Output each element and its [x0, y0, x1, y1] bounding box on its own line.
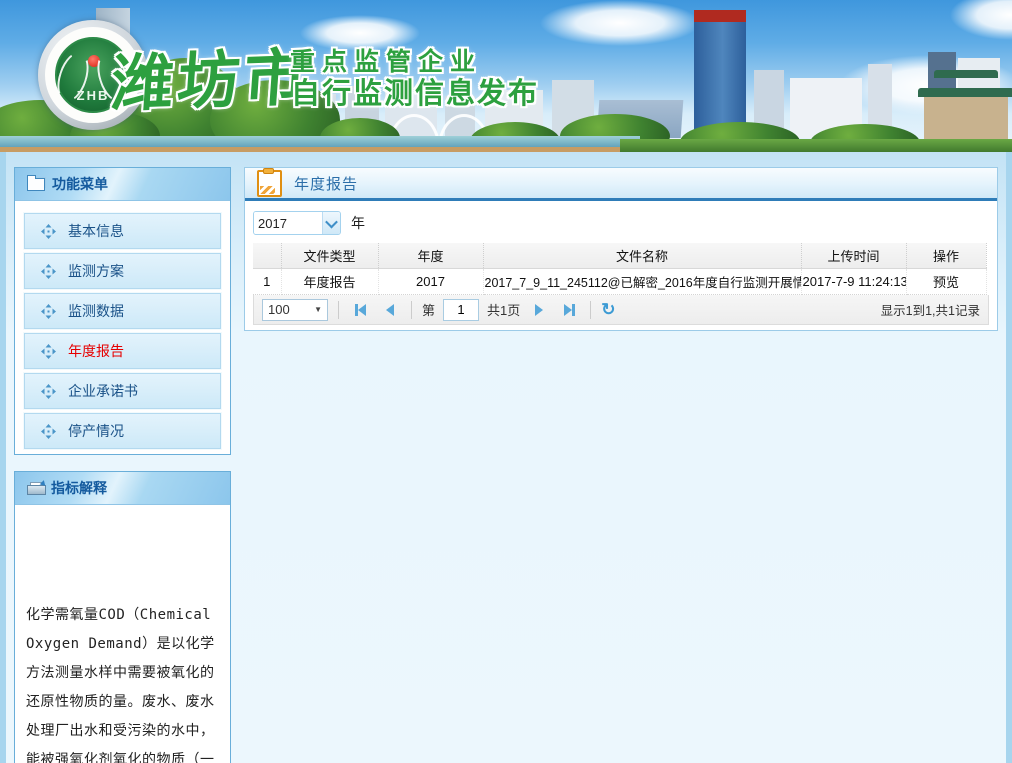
divider	[411, 301, 412, 319]
lawn	[620, 139, 1012, 152]
sidebar-item-annual-report[interactable]: 年度报告	[24, 333, 221, 369]
page-title: 年度报告	[294, 173, 358, 194]
year-input[interactable]	[254, 212, 322, 234]
col-file-name: 文件名称	[483, 243, 801, 269]
sidebar-menu-title: 功能菜单	[52, 174, 108, 194]
tower-sign	[694, 10, 746, 22]
year-filter-row: 年	[253, 211, 989, 235]
year-dropdown-button[interactable]	[322, 212, 340, 234]
sidebar-item-shutdown-status[interactable]: 停产情况	[24, 413, 221, 449]
sidebar-item-label: 基本信息	[68, 221, 124, 241]
sidebar-item-basic-info[interactable]: 基本信息	[24, 213, 221, 249]
first-page-button[interactable]	[349, 300, 371, 320]
annual-report-body: 年 文件类型 年度 文件名称 上传时间 操作 1	[245, 201, 997, 325]
move-arrows-icon	[41, 384, 56, 399]
record-summary: 显示1到1,共1记录	[881, 300, 980, 319]
page-size-value: 100	[268, 302, 290, 317]
move-arrows-icon	[41, 264, 56, 279]
printer-icon	[27, 482, 44, 495]
indicator-header: 指标解释	[15, 472, 230, 505]
move-arrows-icon	[41, 344, 56, 359]
report-table: 文件类型 年度 文件名称 上传时间 操作 1 年度报告 2017 2017_7_…	[253, 243, 987, 295]
banner: ZHB 潍坊市 重点监管企业 自行监测信息发布	[0, 0, 1012, 152]
divider	[590, 301, 591, 319]
prev-page-button[interactable]	[379, 300, 401, 320]
page-size-select[interactable]: 100 ▼	[262, 299, 328, 321]
logo-red-dot	[88, 55, 100, 67]
sidebar-menu-body: 基本信息 监测方案 监测数据 年度报告 企业承诺书 停产情况	[15, 201, 230, 465]
sidebar-menu-panel: 功能菜单 基本信息 监测方案 监测数据 年度报告 企业承诺书	[14, 167, 231, 455]
col-index	[253, 243, 281, 269]
sidebar-item-monitor-plan[interactable]: 监测方案	[24, 253, 221, 289]
indicator-panel: 指标解释 化学需氧量COD（Chemical Oxygen Demand）是以化…	[14, 471, 231, 763]
annual-report-panel: 年度报告 年 文件类型 年度 文件名称 上传时间	[244, 167, 998, 331]
move-arrows-icon	[41, 424, 56, 439]
cell-file-type: 年度报告	[281, 269, 378, 295]
cell-upload-time: 2017-7-9 11:24:13	[801, 269, 906, 295]
annual-report-header: 年度报告	[245, 168, 997, 201]
chevron-down-icon	[325, 215, 338, 228]
sidebar-item-label: 停产情况	[68, 421, 124, 441]
col-upload-time: 上传时间	[801, 243, 906, 269]
site-title-city: 潍坊市	[109, 27, 314, 124]
folder-icon	[27, 178, 45, 191]
move-arrows-icon	[41, 224, 56, 239]
col-year: 年度	[378, 243, 483, 269]
pavilion-roof	[918, 88, 1012, 97]
pavilion-roof	[934, 70, 998, 78]
tower	[694, 20, 746, 138]
page-prefix-label: 第	[422, 300, 435, 319]
sidebar-item-label: 年度报告	[68, 341, 124, 361]
year-combobox[interactable]	[253, 211, 341, 235]
year-suffix-label: 年	[351, 213, 365, 233]
page: ZHB 潍坊市 重点监管企业 自行监测信息发布 功能菜单 基本信息 监测方案	[0, 0, 1012, 763]
sidebar-item-label: 监测方案	[68, 261, 124, 281]
cloud	[950, 0, 1012, 40]
sidebar-item-monitor-data[interactable]: 监测数据	[24, 293, 221, 329]
next-page-button[interactable]	[528, 300, 550, 320]
pagination-bar: 100 ▼ 第 共1页 ↻ 显示1到1,共1记录	[253, 295, 989, 325]
cell-year: 2017	[378, 269, 483, 295]
cell-file-name: 2017_7_9_11_245112@已解密_2016年度自行监测开展情况年	[483, 269, 801, 295]
total-pages-label: 共1页	[487, 300, 520, 319]
col-action: 操作	[906, 243, 986, 269]
clipboard-icon	[257, 170, 282, 197]
page-number-input[interactable]	[443, 299, 479, 321]
cell-index: 1	[253, 269, 281, 295]
move-arrows-icon	[41, 304, 56, 319]
divider	[338, 301, 339, 319]
refresh-icon[interactable]: ↻	[601, 301, 615, 318]
last-page-button[interactable]	[558, 300, 580, 320]
indicator-text: 化学需氧量COD（Chemical Oxygen Demand）是以化学方法测量…	[26, 601, 219, 763]
site-title-line2: 自行监测信息发布	[291, 70, 539, 112]
table-header-row: 文件类型 年度 文件名称 上传时间 操作	[253, 243, 986, 269]
preview-link[interactable]: 预览	[906, 269, 986, 295]
indicator-title: 指标解释	[51, 478, 107, 498]
table-row[interactable]: 1 年度报告 2017 2017_7_9_11_245112@已解密_2016年…	[253, 269, 986, 295]
caret-down-icon: ▼	[314, 305, 322, 314]
sidebar-menu-header: 功能菜单	[15, 168, 230, 201]
cloud	[540, 0, 700, 46]
sidebar-item-label: 企业承诺书	[68, 381, 138, 401]
col-file-type: 文件类型	[281, 243, 378, 269]
sidebar-item-commitment[interactable]: 企业承诺书	[24, 373, 221, 409]
sidebar-item-label: 监测数据	[68, 301, 124, 321]
